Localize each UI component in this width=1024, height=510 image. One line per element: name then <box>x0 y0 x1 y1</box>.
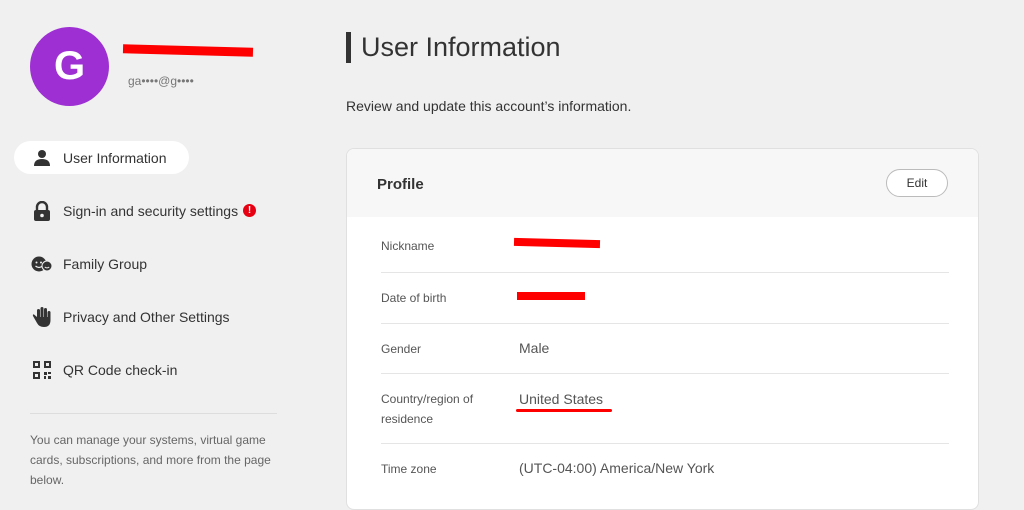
sidebar-item-sign-in-security[interactable]: Sign-in and security settings ! <box>14 194 284 227</box>
field-value: United States <box>519 391 604 407</box>
page-title: User Information <box>361 32 561 62</box>
field-row-gender: Gender Male <box>381 324 949 374</box>
sidebar-item-qr-check-in[interactable]: QR Code check-in <box>14 353 284 386</box>
field-value: (UTC-04:00) America/New York <box>519 460 715 476</box>
profile-title: Profile <box>377 176 424 193</box>
family-icon <box>31 253 53 275</box>
sidebar-item-label: Sign-in and security settings <box>63 202 239 219</box>
account-email: ga••••@g•••• <box>128 74 194 88</box>
edit-button[interactable]: Edit <box>886 169 948 197</box>
alert-icon: ! <box>243 204 257 217</box>
profile-card: Profile Edit Nickname Date of birth Gend… <box>346 148 979 510</box>
sidebar-item-label: User Information <box>63 149 167 166</box>
highlight-underline <box>516 409 612 412</box>
field-label: Time zone <box>381 462 437 476</box>
sidebar-item-family-group[interactable]: Family Group <box>14 247 284 280</box>
sidebar-nav: User Information Sign-in and security se… <box>14 141 284 406</box>
sidebar-item-label: Family Group <box>63 255 148 272</box>
sidebar-divider <box>30 413 277 414</box>
avatar[interactable]: G <box>30 27 109 106</box>
redacted-date-of-birth <box>517 292 585 300</box>
sidebar-item-label: Privacy and Other Settings <box>63 308 230 325</box>
field-label: Gender <box>381 342 422 356</box>
profile-fields: Nickname Date of birth Gender Male Count… <box>381 217 949 494</box>
page-header: User Information <box>346 32 561 63</box>
redacted-username <box>122 44 254 57</box>
sidebar-item-label: QR Code check-in <box>63 361 178 378</box>
page-subtitle: Review and update this account’s informa… <box>346 98 632 114</box>
hand-icon <box>31 306 53 328</box>
lock-icon <box>31 200 53 222</box>
field-label: Country/region of residence <box>381 392 474 426</box>
field-row-date-of-birth: Date of birth <box>381 273 949 324</box>
sidebar-item-privacy-settings[interactable]: Privacy and Other Settings <box>14 300 284 333</box>
sidebar-note: You can manage your systems, virtual gam… <box>30 433 271 487</box>
avatar-letter: G <box>53 44 86 88</box>
field-value: Male <box>519 340 550 356</box>
field-row-time-zone: Time zone (UTC-04:00) America/New York <box>381 444 949 494</box>
person-icon <box>31 147 53 169</box>
field-row-nickname: Nickname <box>381 217 949 273</box>
qr-code-icon <box>31 359 53 381</box>
field-row-country: Country/region of residence United State… <box>381 374 949 444</box>
title-accent-bar <box>346 32 351 63</box>
profile-card-header: Profile Edit <box>347 149 978 217</box>
field-label: Date of birth <box>381 291 447 305</box>
sidebar: G ga••••@g•••• User Information Sign-in … <box>0 0 300 493</box>
field-label: Nickname <box>381 239 435 253</box>
sidebar-item-user-information[interactable]: User Information <box>14 141 189 174</box>
redacted-nickname <box>513 237 601 249</box>
